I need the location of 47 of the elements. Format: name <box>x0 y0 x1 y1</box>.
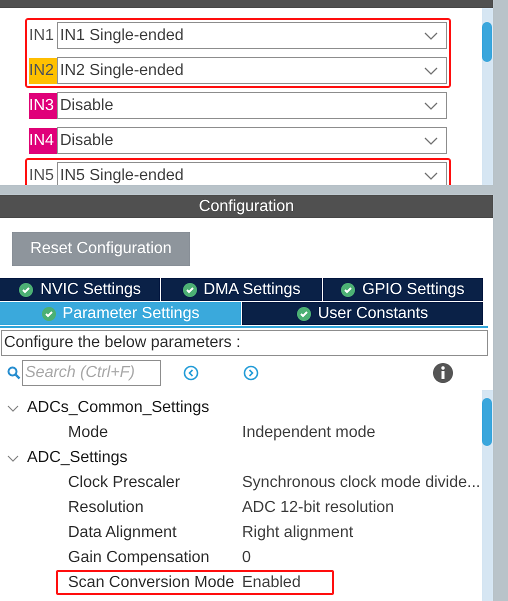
parameter-name: Mode <box>68 424 110 442</box>
input-label: IN2 <box>29 58 57 84</box>
parameter-name: Scan Conversion Mode <box>68 574 236 592</box>
settings-tab[interactable]: DMA Settings <box>161 278 323 302</box>
mode-dropdown[interactable]: IN5 Single-ended <box>57 162 447 185</box>
search-icon <box>7 366 21 380</box>
parameter-name: Data Alignment <box>68 524 178 542</box>
input-label: IN1 <box>29 26 55 46</box>
description-text: Configure the below parameters : <box>1 330 488 356</box>
category-label[interactable]: ADCs_Common_Settings <box>27 398 210 416</box>
previous-icon[interactable] <box>183 365 199 381</box>
scrollbar[interactable] <box>482 8 493 185</box>
info-icon[interactable] <box>433 363 453 383</box>
chevron-down-icon[interactable] <box>424 32 438 40</box>
mode-dropdown[interactable]: IN1 Single-ended <box>57 22 447 49</box>
parameter-value[interactable]: Independent mode <box>242 424 376 442</box>
settings-tab[interactable]: NVIC Settings <box>0 278 162 302</box>
parameter-value[interactable]: 0 <box>242 548 251 566</box>
parameter-value[interactable]: Synchronous clock mode divide... <box>242 474 480 492</box>
mode-dropdown[interactable]: Disable <box>57 92 447 119</box>
mode-dropdown[interactable]: Disable <box>57 127 447 154</box>
search-field[interactable]: Search (Ctrl+F) <box>22 360 161 386</box>
parameter-name: Resolution <box>68 498 145 516</box>
chevron-down-icon[interactable] <box>424 102 438 110</box>
parameter-value[interactable]: ADC 12-bit resolution <box>242 498 394 516</box>
next-icon[interactable] <box>243 365 259 381</box>
input-label: IN4 <box>29 128 57 154</box>
parameter-name: Gain Compensation <box>68 548 210 566</box>
parameter-value[interactable]: Enabled <box>242 574 301 592</box>
check-icon <box>182 282 197 296</box>
mode-dropdown[interactable]: IN2 Single-ended <box>57 57 447 84</box>
settings-tab[interactable]: GPIO Settings <box>322 278 484 302</box>
check-icon <box>341 282 356 296</box>
chevron-down-icon[interactable] <box>424 136 438 144</box>
check-icon <box>296 306 311 320</box>
input-label: IN5 <box>29 166 55 185</box>
input-label: IN3 <box>29 92 57 118</box>
section-title: Configuration <box>0 195 493 218</box>
check-icon <box>19 282 34 296</box>
category-label[interactable]: ADC_Settings <box>27 448 128 466</box>
chevron-down-icon[interactable] <box>424 66 438 74</box>
settings-tab[interactable]: User Constants <box>242 302 484 326</box>
check-icon <box>42 306 56 320</box>
scrollbar[interactable] <box>482 390 494 601</box>
chevron-down-icon[interactable] <box>424 172 438 180</box>
parameter-value[interactable]: Right alignment <box>242 524 354 542</box>
parameter-name: Clock Prescaler <box>68 474 182 492</box>
